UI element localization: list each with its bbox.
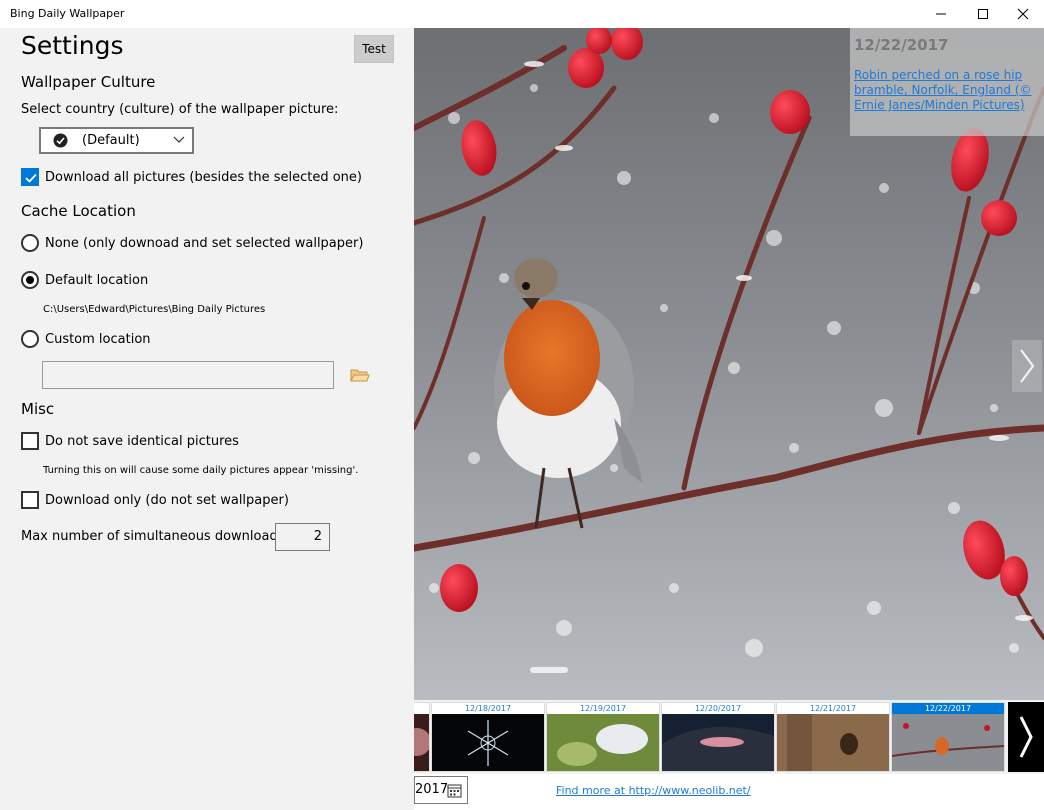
test-button[interactable]: Test xyxy=(354,35,394,63)
cache-default-radio[interactable] xyxy=(21,271,39,289)
thumbnail-date: 12/21/2017 xyxy=(777,703,889,714)
thumbnail-date: 12/19/2017 xyxy=(547,703,659,714)
settings-panel: Settings Test Wallpaper Culture Select c… xyxy=(0,28,414,810)
thumbnail-image xyxy=(662,714,774,771)
checkmark-icon xyxy=(25,173,37,183)
default-path-text: C:\Users\Edward\Pictures\Bing Daily Pict… xyxy=(43,304,266,315)
culture-select-label: Select country (culture) of the wallpape… xyxy=(21,102,339,117)
thumbnail-date xyxy=(414,703,429,714)
cache-custom-label: Custom location xyxy=(45,332,151,347)
no-identical-hint: Turning this on will cause some daily pi… xyxy=(43,465,359,476)
chevron-right-icon xyxy=(1020,349,1035,383)
thumbnail-next-button[interactable] xyxy=(1008,702,1044,772)
culture-dropdown-value: (Default) xyxy=(82,133,140,148)
thumbnail-image xyxy=(414,714,429,771)
no-identical-checkbox[interactable] xyxy=(21,432,39,450)
thumbnail-item-selected[interactable]: 12/22/2017 xyxy=(891,702,1005,772)
date-picker-value: 2017 xyxy=(415,782,449,797)
thumbnail-date: 12/22/2017 xyxy=(892,703,1004,714)
thumbnail-image xyxy=(547,714,659,771)
picture-description-link[interactable]: Robin perched on a rose hip bramble, Nor… xyxy=(854,68,1040,113)
misc-heading: Misc xyxy=(21,400,55,418)
radio-selected-dot xyxy=(26,276,34,284)
next-picture-button[interactable] xyxy=(1012,340,1042,392)
thumbnail-item[interactable]: 12/18/2017 xyxy=(431,702,545,772)
folder-icon xyxy=(350,369,370,382)
close-button[interactable] xyxy=(1000,0,1044,28)
maximize-icon xyxy=(978,9,988,19)
download-only-label: Download only (do not set wallpaper) xyxy=(45,493,289,508)
page-title: Settings xyxy=(21,31,124,60)
culture-heading: Wallpaper Culture xyxy=(21,73,156,91)
thumbnail-item[interactable]: 12/21/2017 xyxy=(776,702,890,772)
max-downloads-label: Max number of simultaneous downloads: xyxy=(21,529,289,544)
title-bar: Bing Daily Wallpaper xyxy=(0,0,1044,28)
cache-none-radio[interactable] xyxy=(21,234,39,252)
cache-default-label: Default location xyxy=(45,273,149,288)
calendar-icon xyxy=(447,784,462,798)
find-more-link[interactable]: Find more at http://www.neolib.net/ xyxy=(556,784,751,797)
browse-folder-button[interactable] xyxy=(350,367,370,387)
date-picker[interactable]: 2017 xyxy=(414,776,468,804)
picture-date: 12/22/2017 xyxy=(854,36,949,54)
close-icon xyxy=(1017,8,1029,20)
thumbnail-strip: 12/18/2017 12/19/2017 12/20/2017 12/21/2… xyxy=(414,700,1044,774)
chevron-down-icon xyxy=(173,136,185,143)
picture-info-panel: 12/22/2017 Robin perched on a rose hip b… xyxy=(850,28,1044,136)
thumbnail-image xyxy=(432,714,544,771)
cache-custom-radio[interactable] xyxy=(21,330,39,348)
loading-indicator xyxy=(530,667,568,673)
download-all-label: Download all pictures (besides the selec… xyxy=(45,170,362,185)
minimize-button[interactable] xyxy=(918,0,964,28)
culture-dropdown[interactable]: (Default) xyxy=(39,127,194,154)
thumbnail-date: 12/18/2017 xyxy=(432,703,544,714)
thumbnail-item[interactable]: 12/19/2017 xyxy=(546,702,660,772)
cache-none-label: None (only downoad and set selected wall… xyxy=(45,236,364,251)
window-title: Bing Daily Wallpaper xyxy=(10,7,125,20)
check-circle-icon xyxy=(53,133,68,148)
thumbnail-item[interactable]: 12/20/2017 xyxy=(661,702,775,772)
thumbnail-image xyxy=(892,714,1004,771)
chevron-right-icon xyxy=(1019,716,1033,758)
bottom-bar: 2017 Find more at http://www.neolib.net/ xyxy=(414,774,1044,810)
thumbnail-item[interactable] xyxy=(414,702,430,772)
max-downloads-input[interactable]: 2 xyxy=(275,523,330,551)
download-only-checkbox[interactable] xyxy=(21,491,39,509)
minimize-icon xyxy=(936,13,946,15)
download-all-checkbox[interactable] xyxy=(21,168,39,186)
cache-heading: Cache Location xyxy=(21,202,136,220)
thumbnail-image xyxy=(777,714,889,771)
no-identical-label: Do not save identical pictures xyxy=(45,434,239,449)
thumbnail-date: 12/20/2017 xyxy=(662,703,774,714)
custom-path-input[interactable] xyxy=(42,361,334,389)
